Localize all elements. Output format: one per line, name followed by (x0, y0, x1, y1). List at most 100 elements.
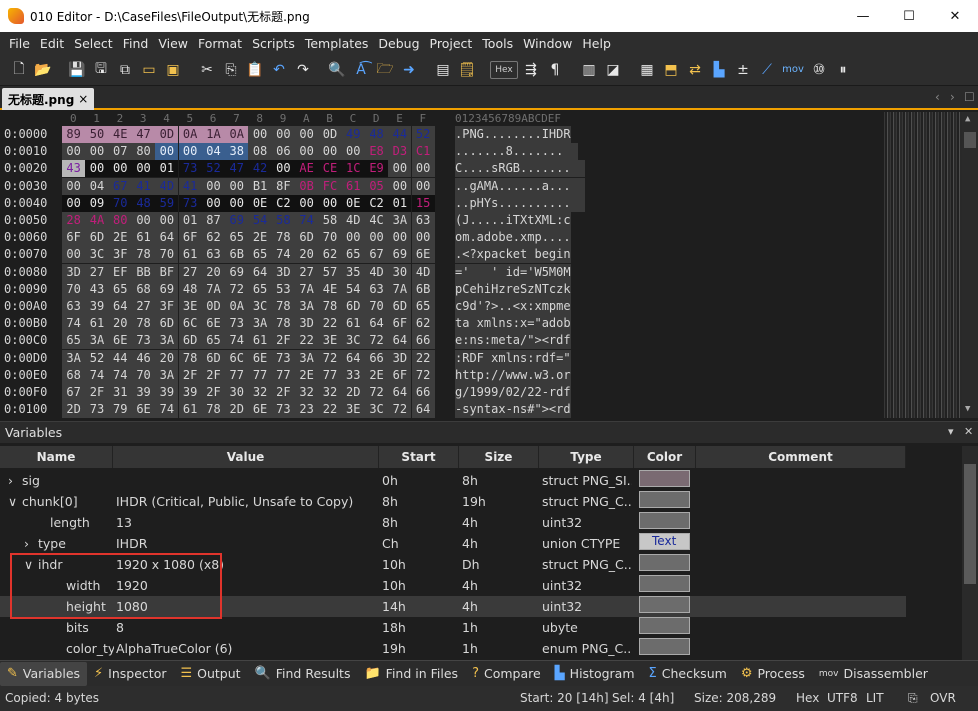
hex-byte[interactable]: 2D (225, 401, 249, 419)
hex-byte[interactable]: 00 (411, 160, 435, 178)
hex-byte[interactable]: 61 (178, 246, 202, 264)
hex-byte[interactable]: 27 (178, 263, 202, 281)
hex-byte[interactable]: 0D (318, 126, 342, 143)
hex-byte[interactable]: 6E (248, 349, 272, 367)
variable-row[interactable]: bits 8 18h 1h ubyte (0, 617, 906, 638)
variable-row[interactable]: › sig 0h 8h struct PNG_SI... (0, 470, 906, 491)
hex-byte[interactable]: C2 (271, 194, 295, 212)
col-comment[interactable]: Comment (696, 446, 906, 468)
color-swatch[interactable]: Text (639, 533, 690, 550)
hex-byte[interactable]: 6D (295, 229, 319, 247)
hex-byte[interactable]: 67 (364, 246, 389, 264)
hex-scrollbar[interactable]: ▲ ▼ (962, 112, 978, 418)
variables-scrollbar[interactable] (962, 446, 978, 660)
hex-byte[interactable]: 74 (85, 366, 109, 384)
hex-byte[interactable]: 73 (271, 401, 295, 419)
hex-byte[interactable]: 0D (155, 126, 179, 143)
hex-byte[interactable]: 64 (108, 298, 132, 315)
hex-byte[interactable]: 3C (85, 246, 109, 264)
hex-row-ascii[interactable]: ..pHYs.......... (455, 194, 586, 212)
hex-byte[interactable]: 62 (318, 246, 342, 264)
hex-byte[interactable]: 27 (85, 263, 109, 281)
hex-byte[interactable]: 65 (62, 332, 86, 350)
hex-byte[interactable]: 00 (411, 177, 435, 195)
hex-byte[interactable]: 00 (388, 177, 412, 195)
hex-byte[interactable]: 3A (85, 332, 109, 350)
hex-byte[interactable]: 61 (85, 315, 109, 333)
hex-byte[interactable]: 8F (271, 177, 295, 195)
hex-byte[interactable]: 66 (411, 384, 435, 401)
hex-byte[interactable]: 04 (85, 177, 109, 195)
hex-byte[interactable]: 6E (108, 332, 132, 350)
hex-byte[interactable]: 3A (155, 332, 179, 350)
hex-byte[interactable]: 6D (85, 229, 109, 247)
hex-byte[interactable]: 01 (388, 194, 412, 212)
hex-byte[interactable]: 70 (155, 246, 179, 264)
status-encoding[interactable]: UTF8 (827, 691, 858, 705)
hex-byte[interactable]: C1 (411, 143, 435, 161)
hex-byte[interactable]: C2 (364, 194, 389, 212)
hex-byte[interactable]: 3C (248, 298, 272, 315)
hex-byte[interactable]: 72 (411, 366, 435, 384)
hex-byte[interactable]: 64 (388, 384, 412, 401)
menu-help[interactable]: Help (577, 36, 616, 51)
expand-toggle-icon[interactable]: › (24, 533, 36, 554)
hex-byte[interactable]: 4C (364, 212, 389, 229)
hex-byte[interactable]: 39 (131, 384, 156, 401)
bottom-tab-histogram[interactable]: ▙ Histogram (548, 662, 642, 686)
expand-toggle-icon[interactable]: ∨ (8, 491, 20, 512)
hex-byte[interactable]: 54 (248, 212, 272, 229)
hex-byte[interactable]: 0B (295, 177, 319, 195)
hex-byte[interactable]: 6D (201, 349, 226, 367)
hex-byte[interactable]: 74 (225, 332, 249, 350)
tab-list-icon[interactable]: ☐ (964, 90, 975, 104)
hex-row-ascii[interactable]: om.adobe.xmp.... (455, 229, 571, 247)
hex-byte[interactable]: 78 (271, 315, 295, 333)
hex-byte[interactable]: 00 (201, 177, 226, 195)
hex-byte[interactable]: 4E (318, 280, 342, 298)
find-in-files-icon[interactable]: 🗁 (374, 59, 396, 81)
hex-byte[interactable]: 3D (388, 349, 412, 367)
hex-byte[interactable]: 31 (108, 384, 132, 401)
export-icon[interactable]: ⬒ (660, 59, 682, 81)
variable-row[interactable]: › type IHDR Ch 4h union CTYPE Text (0, 533, 906, 554)
hex-byte[interactable]: 00 (271, 160, 295, 178)
bottom-tab-output[interactable]: ☰ Output (173, 662, 247, 686)
hex-byte[interactable]: 46 (131, 349, 156, 367)
hex-byte[interactable]: 78 (271, 229, 295, 247)
hex-byte[interactable]: 77 (271, 366, 295, 384)
hex-byte[interactable]: 72 (225, 280, 249, 298)
hex-byte[interactable]: 63 (411, 212, 435, 229)
hex-byte[interactable]: 2D (62, 401, 86, 419)
hex-byte[interactable]: 7A (388, 280, 412, 298)
hex-byte[interactable]: 0A (225, 126, 249, 143)
hex-byte[interactable]: B1 (248, 177, 272, 195)
bottom-tab-process[interactable]: ⚙ Process (734, 662, 812, 686)
hex-byte[interactable]: 77 (318, 366, 342, 384)
hex-byte[interactable]: 6F (388, 366, 412, 384)
save-icon[interactable]: 💾 (66, 59, 88, 81)
hex-byte[interactable]: 65 (225, 229, 249, 247)
hex-byte[interactable]: 00 (62, 143, 86, 161)
hex-byte[interactable]: 52 (411, 126, 435, 143)
hex-row-ascii[interactable]: .<?xpacket begin (455, 246, 571, 264)
hex-byte[interactable]: 00 (295, 143, 319, 161)
hex-byte[interactable]: 74 (108, 366, 132, 384)
col-start[interactable]: Start (379, 446, 459, 468)
hex-byte[interactable]: 62 (411, 315, 435, 333)
hex-row-ascii[interactable]: .PNG........IHDR (455, 126, 571, 143)
hex-byte[interactable]: 4D (411, 263, 435, 281)
hex-byte[interactable]: 73 (131, 332, 156, 350)
status-insert-mode[interactable]: OVR (930, 691, 956, 705)
hex-byte[interactable]: 6D (178, 332, 202, 350)
hex-byte[interactable]: 61 (178, 401, 202, 419)
hex-byte[interactable]: 00 (62, 246, 86, 264)
hex-byte[interactable]: 23 (295, 401, 319, 419)
hex-byte[interactable]: 64 (248, 263, 272, 281)
hex-byte[interactable]: 00 (201, 194, 226, 212)
variable-row[interactable]: length 13 8h 4h uint32 (0, 512, 906, 533)
histogram-icon[interactable]: ▙ (708, 59, 730, 81)
hex-byte[interactable]: 00 (295, 194, 319, 212)
color-swatch[interactable] (639, 638, 690, 655)
hex-byte[interactable]: 6E (248, 401, 272, 419)
